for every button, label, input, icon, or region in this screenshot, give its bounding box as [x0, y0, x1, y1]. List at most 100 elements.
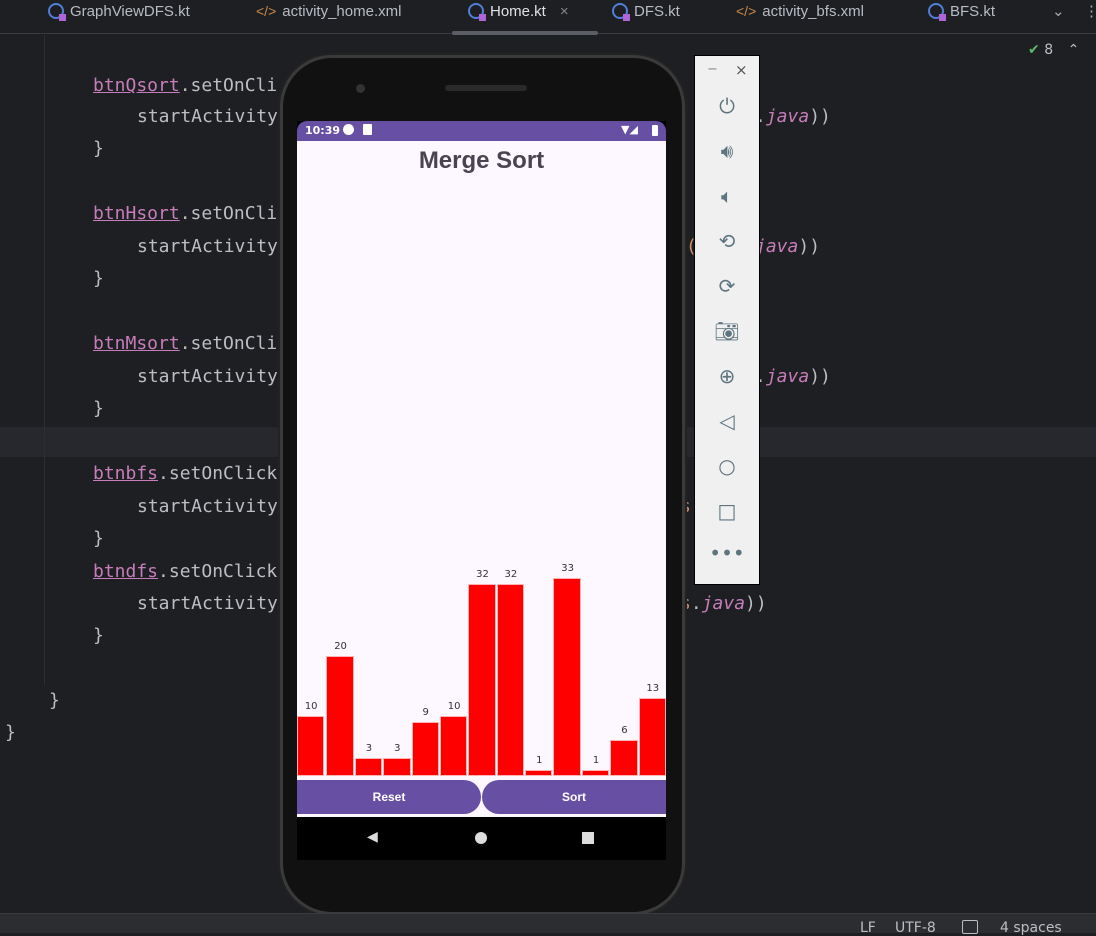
reset-button[interactable]: Reset — [297, 780, 481, 814]
chart-bar — [581, 770, 610, 776]
android-status-bar: 10:39 ▼◢ — [297, 121, 666, 141]
volume-up-icon[interactable]: 🔊︎ — [695, 139, 759, 163]
code-line: } — [93, 398, 104, 419]
readonly-toggle-icon[interactable] — [962, 920, 978, 934]
bar-value-label: 3 — [394, 743, 401, 754]
code-line: startActivity — [137, 593, 278, 614]
tab-scrollbar[interactable] — [452, 31, 598, 35]
bar-value-label: 20 — [334, 641, 347, 652]
chart-bar — [468, 584, 496, 776]
code-line: } — [93, 625, 104, 646]
power-icon[interactable]: ⏻ — [695, 94, 759, 118]
rotate-left-icon[interactable]: ⟲ — [695, 229, 759, 253]
line-separator[interactable]: LF — [860, 920, 876, 936]
tab-activity-home[interactable]: </> activity_home.xml — [256, 0, 401, 22]
code-line: btndfs.setOnClick — [93, 561, 278, 582]
speaker-grille — [445, 85, 527, 91]
code-line: } — [93, 268, 104, 289]
bar-value-label: 10 — [304, 701, 318, 712]
bar-value-label: 32 — [504, 569, 518, 580]
chart-bar — [610, 740, 638, 776]
code-line: } — [93, 138, 104, 159]
tab-label: activity_bfs.xml — [762, 2, 864, 20]
home-nav-icon[interactable] — [475, 832, 487, 844]
code-fragment: java)) — [755, 236, 821, 257]
android-nav-bar: ◀ — [297, 817, 666, 860]
kotlin-file-icon — [48, 3, 66, 21]
code-line: startActivity — [137, 496, 278, 517]
recents-nav-icon[interactable] — [582, 832, 594, 844]
tab-activity-bfs[interactable]: </> activity_bfs.xml — [736, 0, 864, 22]
minimize-button[interactable]: − — [707, 62, 718, 77]
tab-home[interactable]: Home.kt × — [468, 0, 569, 22]
chart-bar — [638, 698, 666, 776]
kotlin-file-icon — [468, 3, 486, 21]
tab-graphviewdfs[interactable]: GraphViewDFS.kt — [48, 0, 190, 22]
code-line: } — [5, 722, 16, 743]
code-line: btnQsort.setOnCli — [93, 75, 278, 96]
front-camera — [356, 84, 365, 93]
inspections-badge[interactable]: ✔ 8 ⌃ — [1028, 42, 1079, 58]
tab-label: DFS.kt — [634, 2, 680, 20]
volume-down-icon[interactable]: 🔈︎ — [695, 184, 759, 208]
wifi-signal-icon: ▼◢ — [621, 123, 638, 136]
back-icon[interactable]: ◁ — [695, 409, 759, 433]
editor-tabs: GraphViewDFS.kt </> activity_home.xml Hom… — [0, 0, 1096, 35]
tab-label: activity_home.xml — [282, 2, 402, 20]
phone-screen: 10:39 ▼◢ Merge Sort 10 20 3 3 9 10 32 32 1 33 1 6 13… — [297, 121, 666, 860]
bar-value-label: 6 — [621, 725, 628, 736]
close-tab-icon[interactable]: × — [560, 3, 569, 20]
merge-sort-app: Merge Sort 10 20 3 3 9 10 32 32 1 33 1 6 13 Reset So… — [297, 141, 666, 817]
more-icon[interactable]: ••• — [695, 541, 759, 565]
code-fragment: s.java)) — [680, 593, 767, 614]
sd-card-icon — [363, 124, 372, 135]
tab-bfs[interactable]: BFS.kt — [928, 0, 995, 22]
code-line: btnMsort.setOnCli — [93, 333, 278, 354]
tab-dfs[interactable]: DFS.kt — [612, 0, 680, 22]
zoom-icon[interactable]: ⊕ — [695, 364, 759, 388]
code-line: startActivity — [137, 366, 278, 387]
tab-label: BFS.kt — [950, 2, 996, 20]
xml-file-icon: </> — [256, 3, 277, 19]
emulator-toolbar: − × ⏻ 🔊︎ 🔈︎ ⟲ ⟳ 📷︎ ⊕ ◁ ○ □ ••• — [694, 55, 760, 585]
code-line: btnHsort.setOnCli — [93, 203, 278, 224]
code-fragment: .java)) — [755, 366, 831, 387]
bar-value-label: 32 — [476, 569, 489, 580]
bar-value-label: 9 — [422, 707, 429, 718]
indent-guide — [44, 35, 45, 685]
back-nav-icon[interactable]: ◀ — [367, 829, 378, 845]
chart-bar — [354, 758, 383, 776]
battery-icon — [652, 125, 658, 136]
sort-button[interactable]: Sort — [482, 780, 666, 814]
code-fragment: .java)) — [755, 106, 831, 127]
overview-icon[interactable]: □ — [695, 499, 759, 523]
kotlin-file-icon — [612, 3, 630, 21]
code-line: startActivity — [137, 106, 278, 127]
notification-icon — [343, 124, 354, 135]
more-options-icon[interactable]: ⋮ — [1084, 0, 1096, 22]
camera-icon[interactable]: 📷︎ — [695, 319, 759, 343]
kotlin-file-icon — [928, 3, 946, 21]
code-line: } — [93, 528, 104, 549]
chart-bar — [553, 578, 581, 776]
file-encoding[interactable]: UTF-8 — [895, 920, 936, 936]
bar-value-label: 1 — [536, 755, 543, 766]
chart-bar — [383, 758, 411, 776]
tab-label: Home.kt — [490, 2, 546, 20]
bar-value-label: 10 — [447, 701, 461, 712]
inspection-count: 8 — [1044, 42, 1054, 58]
bar-value-label: 1 — [592, 755, 600, 766]
tabs-overflow-chevron-icon[interactable]: ⌄ — [1052, 0, 1065, 22]
rotate-right-icon[interactable]: ⟳ — [695, 274, 759, 298]
indent-setting[interactable]: 4 spaces — [1000, 920, 1062, 936]
home-icon[interactable]: ○ — [695, 454, 759, 478]
xml-file-icon: </> — [736, 3, 757, 19]
tab-label: GraphViewDFS.kt — [70, 2, 190, 20]
clock: 10:39 — [305, 124, 341, 137]
ide-status-bar: LF UTF-8 4 spaces — [0, 913, 1096, 936]
chart-bar — [496, 584, 525, 776]
close-button[interactable]: × — [735, 61, 748, 79]
check-icon: ✔ — [1028, 42, 1040, 58]
page-title: Merge Sort — [418, 147, 545, 174]
bar-value-label: 33 — [561, 563, 574, 574]
